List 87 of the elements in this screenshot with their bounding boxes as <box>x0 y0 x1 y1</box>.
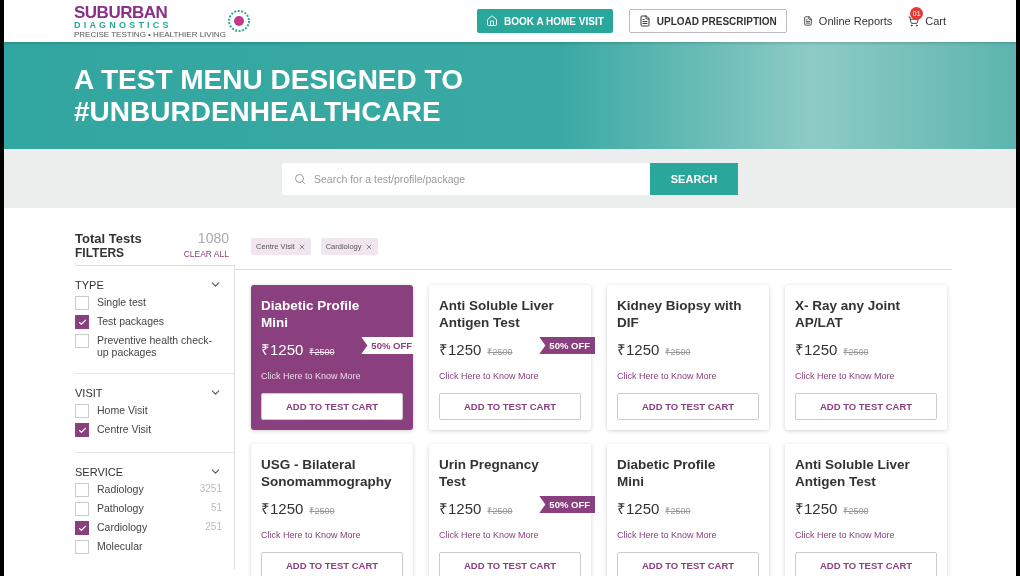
clear-all-link[interactable]: CLEAR ALL <box>183 249 229 259</box>
filter-group-title: VISIT <box>75 386 103 399</box>
test-card[interactable]: USG - Bilateral Sonomammography ₹1250 ₹2500 Click Here to Know More ADD TO TEST CART <box>251 444 413 576</box>
test-title: X- Ray any Joint AP/LAT <box>795 297 902 331</box>
filter-option-label: Centre Visit <box>97 423 153 435</box>
home-icon <box>486 15 498 27</box>
checkbox[interactable] <box>75 315 89 329</box>
discount-ribbon: 50% OFF <box>539 496 595 513</box>
test-title: Anti Soluble Liver Antigen Test <box>439 297 555 331</box>
logo-tagline: PRECISE TESTING • HEALTHIER LIVING <box>74 30 226 39</box>
price: ₹1250 <box>261 499 304 518</box>
filter-group-title: SERVICE <box>75 465 124 478</box>
price: ₹1250 <box>617 340 660 359</box>
add-to-cart-button[interactable]: ADD TO TEST CART <box>261 552 403 576</box>
old-price: ₹2500 <box>665 346 691 358</box>
filter-option-label: Cardiology <box>97 521 149 533</box>
old-price: ₹2500 <box>309 505 335 517</box>
filter-option-label: Preventive health check-up packages <box>97 334 213 358</box>
know-more-link[interactable]: Click Here to Know More <box>795 530 937 540</box>
hero-title: A TEST MENU DESIGNED TO #UNBURDENHEALTHCARE <box>74 63 463 128</box>
checkbox[interactable] <box>75 521 89 535</box>
test-card[interactable]: X- Ray any Joint AP/LAT ₹1250 ₹2500 Click Here to Know More ADD TO TEST CART <box>785 285 947 430</box>
filter-option-label: Single test <box>97 296 148 308</box>
old-price: ₹2500 <box>487 346 513 358</box>
upload-prescription-button[interactable]: UPLOAD PRESCRIPTION <box>628 9 787 33</box>
checkmark-icon <box>77 317 87 327</box>
checkmark-icon <box>77 425 87 435</box>
close-icon[interactable] <box>364 242 373 251</box>
add-to-cart-button[interactable]: ADD TO TEST CART <box>617 393 759 420</box>
add-to-cart-button[interactable]: ADD TO TEST CART <box>439 552 581 576</box>
add-to-cart-button[interactable]: ADD TO TEST CART <box>617 552 759 576</box>
know-more-link[interactable]: Click Here to Know More <box>261 371 403 381</box>
test-card[interactable]: Diabetic Profile Mini ₹1250 ₹2500 Click Here to Know More ADD TO TEST CART <box>607 444 769 576</box>
old-price: ₹2500 <box>843 505 869 517</box>
filter-count: 251 <box>205 521 222 532</box>
test-title: USG - Bilateral Sonomammography <box>261 456 393 490</box>
test-title: Urin Pregnancy Test <box>439 456 540 490</box>
add-to-cart-button[interactable]: ADD TO TEST CART <box>439 393 581 420</box>
filter-count: 3251 <box>199 483 222 494</box>
price: ₹1250 <box>439 499 482 518</box>
filter-count: 51 <box>210 502 222 513</box>
checkmark-icon <box>77 523 87 533</box>
price: ₹1250 <box>617 499 660 518</box>
total-tests-label: Total Tests <box>75 231 142 246</box>
document-icon <box>638 15 651 27</box>
know-more-link[interactable]: Click Here to Know More <box>439 530 581 540</box>
test-card[interactable]: Kidney Biopsy with DIF ₹1250 ₹2500 Click Here to Know More ADD TO TEST CART <box>607 285 769 430</box>
logo-icon <box>227 10 250 32</box>
online-reports-link[interactable]: Online Reports <box>802 9 893 33</box>
discount-ribbon: 50% OFF <box>539 337 595 354</box>
filter-option-label: Molecular <box>97 540 144 552</box>
search-field[interactable]: Search for a test/profile/package <box>282 162 650 195</box>
price: ₹1250 <box>261 340 304 359</box>
know-more-link[interactable]: Click Here to Know More <box>439 371 581 381</box>
know-more-link[interactable]: Click Here to Know More <box>617 371 759 381</box>
filter-option-label: Home Visit <box>97 404 149 416</box>
price: ₹1250 <box>795 340 838 359</box>
know-more-link[interactable]: Click Here to Know More <box>261 530 403 540</box>
test-title: Anti Soluble Liver Antigen Test <box>795 456 911 490</box>
know-more-link[interactable]: Click Here to Know More <box>795 371 937 381</box>
test-card[interactable]: Anti Soluble Liver Antigen Test ₹1250 ₹2500 Click Here to Know More ADD TO TEST CART <box>785 444 947 576</box>
price: ₹1250 <box>795 499 838 518</box>
add-to-cart-button[interactable]: ADD TO TEST CART <box>795 552 937 576</box>
total-tests-count: 1080 <box>197 230 229 246</box>
document-icon <box>802 16 813 26</box>
old-price: ₹2500 <box>843 346 869 358</box>
search-icon <box>294 172 306 185</box>
add-to-cart-button[interactable]: ADD TO TEST CART <box>795 393 937 420</box>
checkbox[interactable] <box>75 423 89 437</box>
old-price: ₹2500 <box>487 505 513 517</box>
close-icon[interactable] <box>297 242 306 251</box>
filter-option-label: Radiology <box>97 483 145 495</box>
add-to-cart-button[interactable]: ADD TO TEST CART <box>261 393 403 420</box>
price: ₹1250 <box>439 340 482 359</box>
filter-option-label: Test packages <box>97 315 166 327</box>
filter-option-label: Pathology <box>97 502 145 514</box>
know-more-link[interactable]: Click Here to Know More <box>617 530 759 540</box>
logo-name: SUBURBAN <box>74 3 169 21</box>
logo-subtitle: DIAGNOSTICS <box>74 20 173 30</box>
filters-heading: FILTERS <box>75 246 125 260</box>
old-price: ₹2500 <box>309 346 335 358</box>
test-title: Diabetic Profile Mini <box>261 297 361 331</box>
test-title: Kidney Biopsy with DIF <box>617 297 743 331</box>
cart-icon <box>908 15 920 27</box>
test-title: Diabetic Profile Mini <box>617 456 717 490</box>
old-price: ₹2500 <box>665 505 691 517</box>
filter-group-title: TYPE <box>75 278 104 291</box>
